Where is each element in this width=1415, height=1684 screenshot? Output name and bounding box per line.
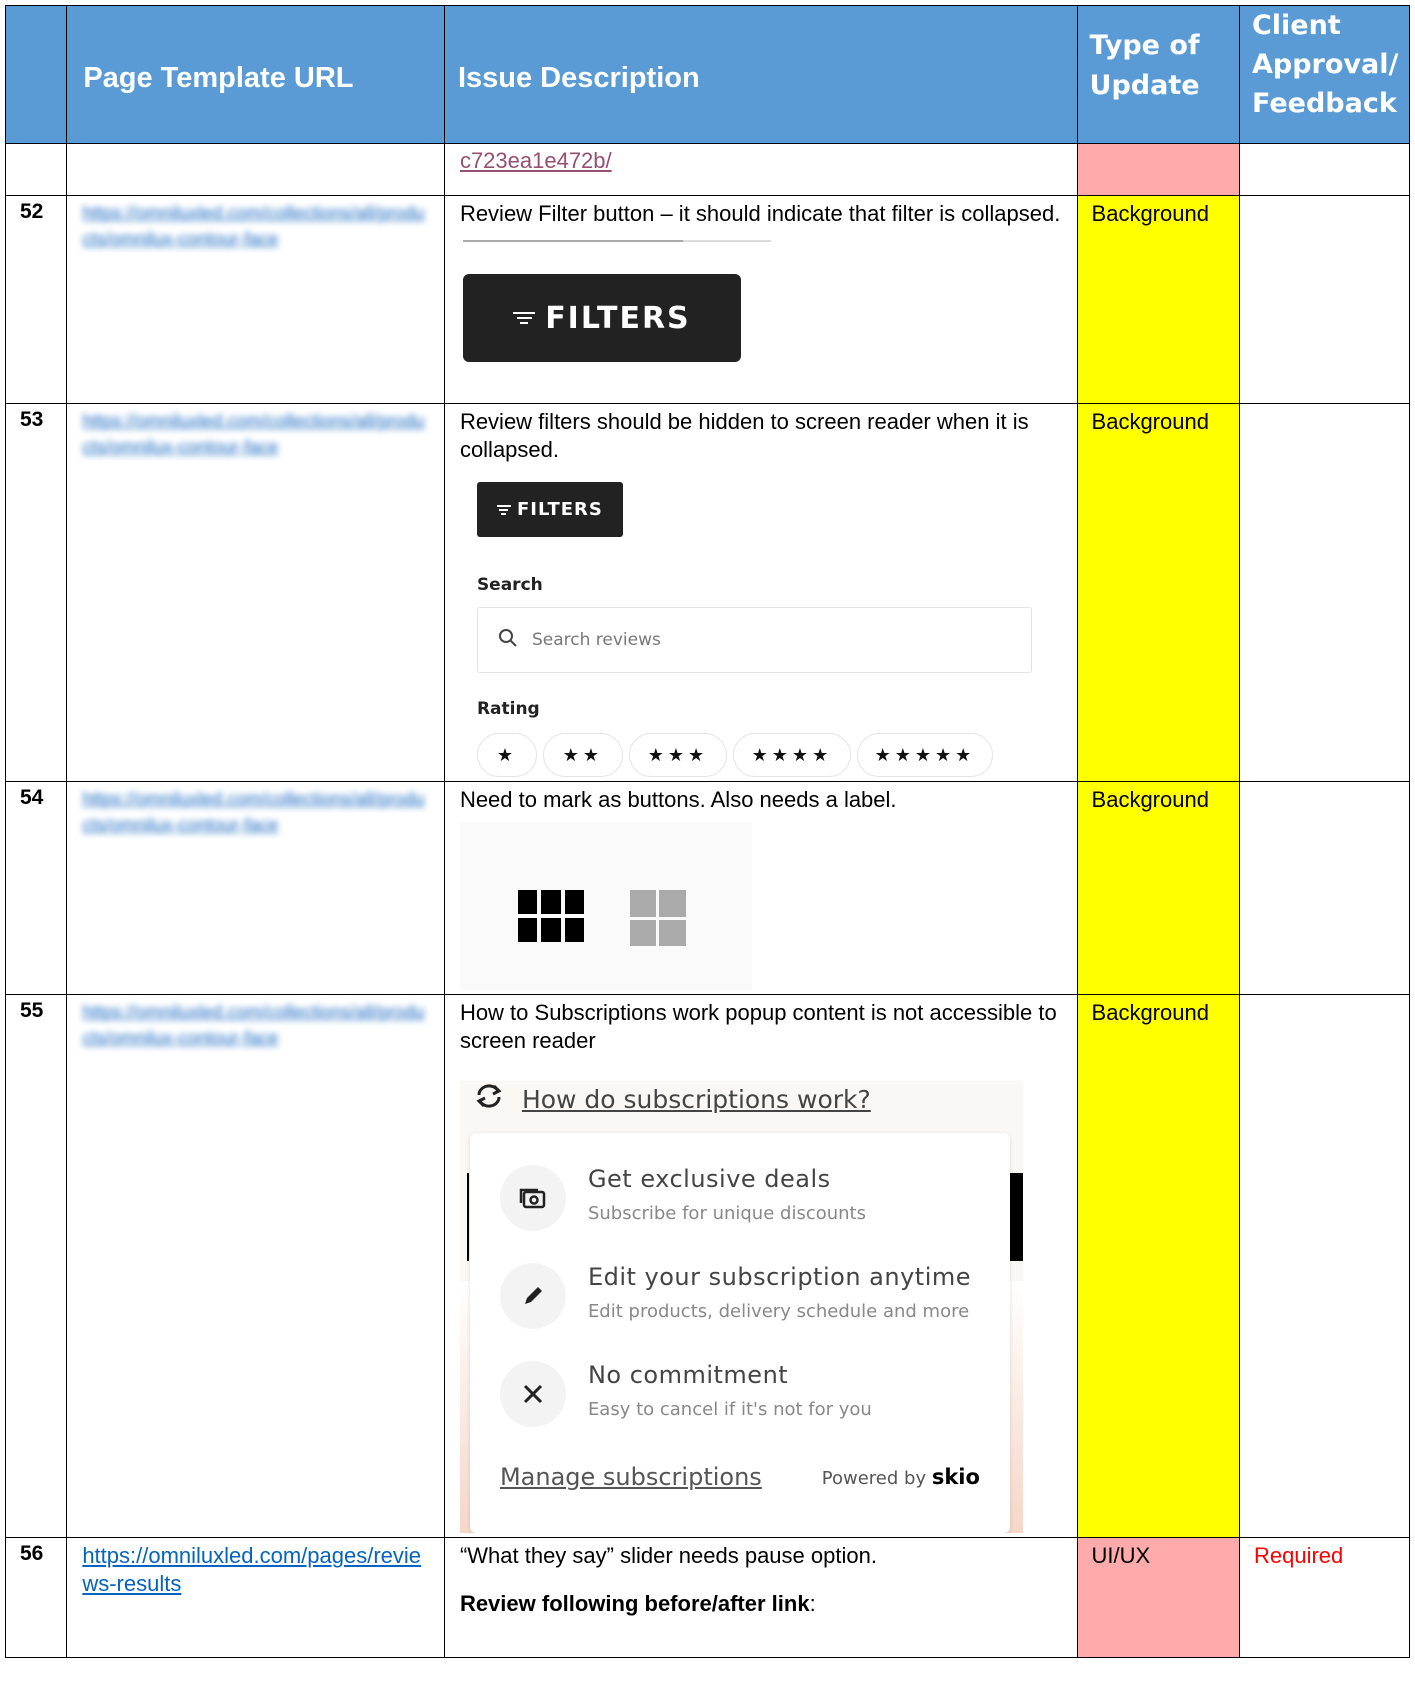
type-cell: Background [1076,403,1240,782]
rating-1-star[interactable]: ★ [476,733,537,777]
issue-description: Review Filter button – it should indicat… [459,201,1061,226]
filters-button-label: FILTERS [516,499,603,520]
camera-icon [499,1165,566,1231]
type-cell: Background [1076,195,1240,404]
powered-by: Powered by skio [821,1465,980,1489]
subscriptions-heading: How do subscriptions work? [521,1084,871,1114]
refresh-icon [474,1083,504,1115]
row-number: 55 [4,994,68,1538]
type-label: Background [1091,409,1209,434]
row-number: 56 [4,1537,68,1658]
popup-item-subtitle: Easy to cancel if it's not for you [587,1399,872,1420]
header-page-template-url: Page Template URL [66,5,445,144]
client-status: Required [1253,1543,1344,1568]
subscriptions-popup-screenshot: How do subscriptions work? Get exclusive… [459,1081,1023,1533]
review-filters-screenshot: FILTERS Search Search reviews Rating ★ ★… [476,482,1037,777]
pencil-icon [499,1263,566,1329]
issue-description: How to Subscriptions work popup content … [459,1000,1057,1053]
page-url-link[interactable]: https://omniluxled.com/collections/all/p… [82,408,429,460]
page-url-link[interactable]: https://omniluxled.com/collections/all/p… [82,200,429,252]
header-type-of-update: Type of Update [1076,5,1240,144]
page-url-link[interactable]: https://omniluxled.com/collections/all/p… [82,999,429,1051]
page-url-link[interactable]: https://omniluxled.com/collections/all/p… [82,786,429,838]
row-number: 53 [4,403,68,782]
type-label: Background [1091,787,1209,812]
rating-3-star[interactable]: ★★★ [628,733,727,777]
row-number: 52 [4,195,68,404]
type-label: Background [1091,201,1209,226]
filters-button[interactable]: FILTERS [462,274,741,362]
popup-item: Edit your subscription anytime Edit prod… [499,1263,971,1329]
popup-item-title: Get exclusive deals [587,1165,831,1193]
popup-item-subtitle: Subscribe for unique discounts [587,1203,866,1224]
divider [462,240,771,242]
filter-icon [513,309,536,327]
popup-item: Get exclusive deals Subscribe for unique… [499,1165,866,1231]
popup-item-title: No commitment [587,1361,789,1389]
table-row: 52 https://omniluxled.com/collections/al… [4,195,1411,404]
table-row: c723ea1e472b/ [4,143,1411,196]
skio-logo: skio [931,1465,980,1489]
type-cell: UI/UX [1076,1537,1240,1658]
subscriptions-popup: Get exclusive deals Subscribe for unique… [469,1133,1010,1533]
filters-button[interactable]: FILTERS [476,482,623,537]
rating-2-star[interactable]: ★★ [542,733,623,777]
type-cell: Background [1076,994,1240,1538]
table-row: 56 https://omniluxled.com/pages/reviews-… [4,1537,1411,1658]
type-cell [1076,143,1240,196]
grid-two-column-icon[interactable] [629,890,686,946]
type-label: Background [1091,1000,1209,1025]
page-url-link[interactable]: https://omniluxled.com/pages/reviews-res… [82,1543,421,1596]
review-note: Review following before/after link: [459,1591,816,1616]
rating-4-star[interactable]: ★★★★ [732,733,851,777]
type-cell: Background [1076,781,1240,995]
popup-footer: Manage subscriptions Powered by skio [500,1463,980,1491]
search-placeholder: Search reviews [531,630,661,650]
issue-description: “What they say” slider needs pause optio… [459,1543,877,1568]
issue-description: Need to mark as buttons. Also needs a la… [459,787,897,812]
search-icon [498,628,518,653]
manage-subscriptions-link[interactable]: Manage subscriptions [500,1463,762,1491]
rating-filters: ★ ★★ ★★★ ★★★★ ★★★★★ [476,733,1037,777]
table-row: 55 https://omniluxled.com/collections/al… [4,994,1411,1538]
close-icon [499,1361,566,1427]
type-label: UI/UX [1091,1543,1151,1568]
filters-screenshot: FILTERS [462,240,1062,362]
filter-icon [496,503,511,517]
table-row: 53 https://omniluxled.com/collections/al… [4,403,1411,782]
popup-item: No commitment Easy to cancel if it's not… [499,1361,872,1427]
grid-view-screenshot [459,822,752,990]
subscriptions-trigger[interactable]: How do subscriptions work? [474,1083,871,1115]
issues-table: Page Template URL Issue Description Type… [4,5,1411,1658]
table-row: 54 https://omniluxled.com/collections/al… [4,781,1411,995]
search-label: Search [476,575,543,595]
header-num [4,5,68,144]
header-row: Page Template URL Issue Description Type… [4,5,1411,144]
rating-5-star[interactable]: ★★★★★ [856,733,993,777]
header-issue-description: Issue Description [443,5,1078,144]
filters-button-label: FILTERS [545,300,691,336]
header-client-approval: Client Approval/ Feedback [1238,5,1411,144]
popup-item-subtitle: Edit products, delivery schedule and mor… [587,1301,970,1322]
popup-item-title: Edit your subscription anytime [587,1263,971,1291]
row-number: 54 [4,781,68,995]
search-input[interactable]: Search reviews [476,607,1032,673]
rating-label: Rating [476,699,540,719]
issue-link-tail[interactable]: c723ea1e472b/ [460,148,612,173]
issue-description: Review filters should be hidden to scree… [459,409,1029,462]
grid-three-column-icon[interactable] [517,890,584,942]
